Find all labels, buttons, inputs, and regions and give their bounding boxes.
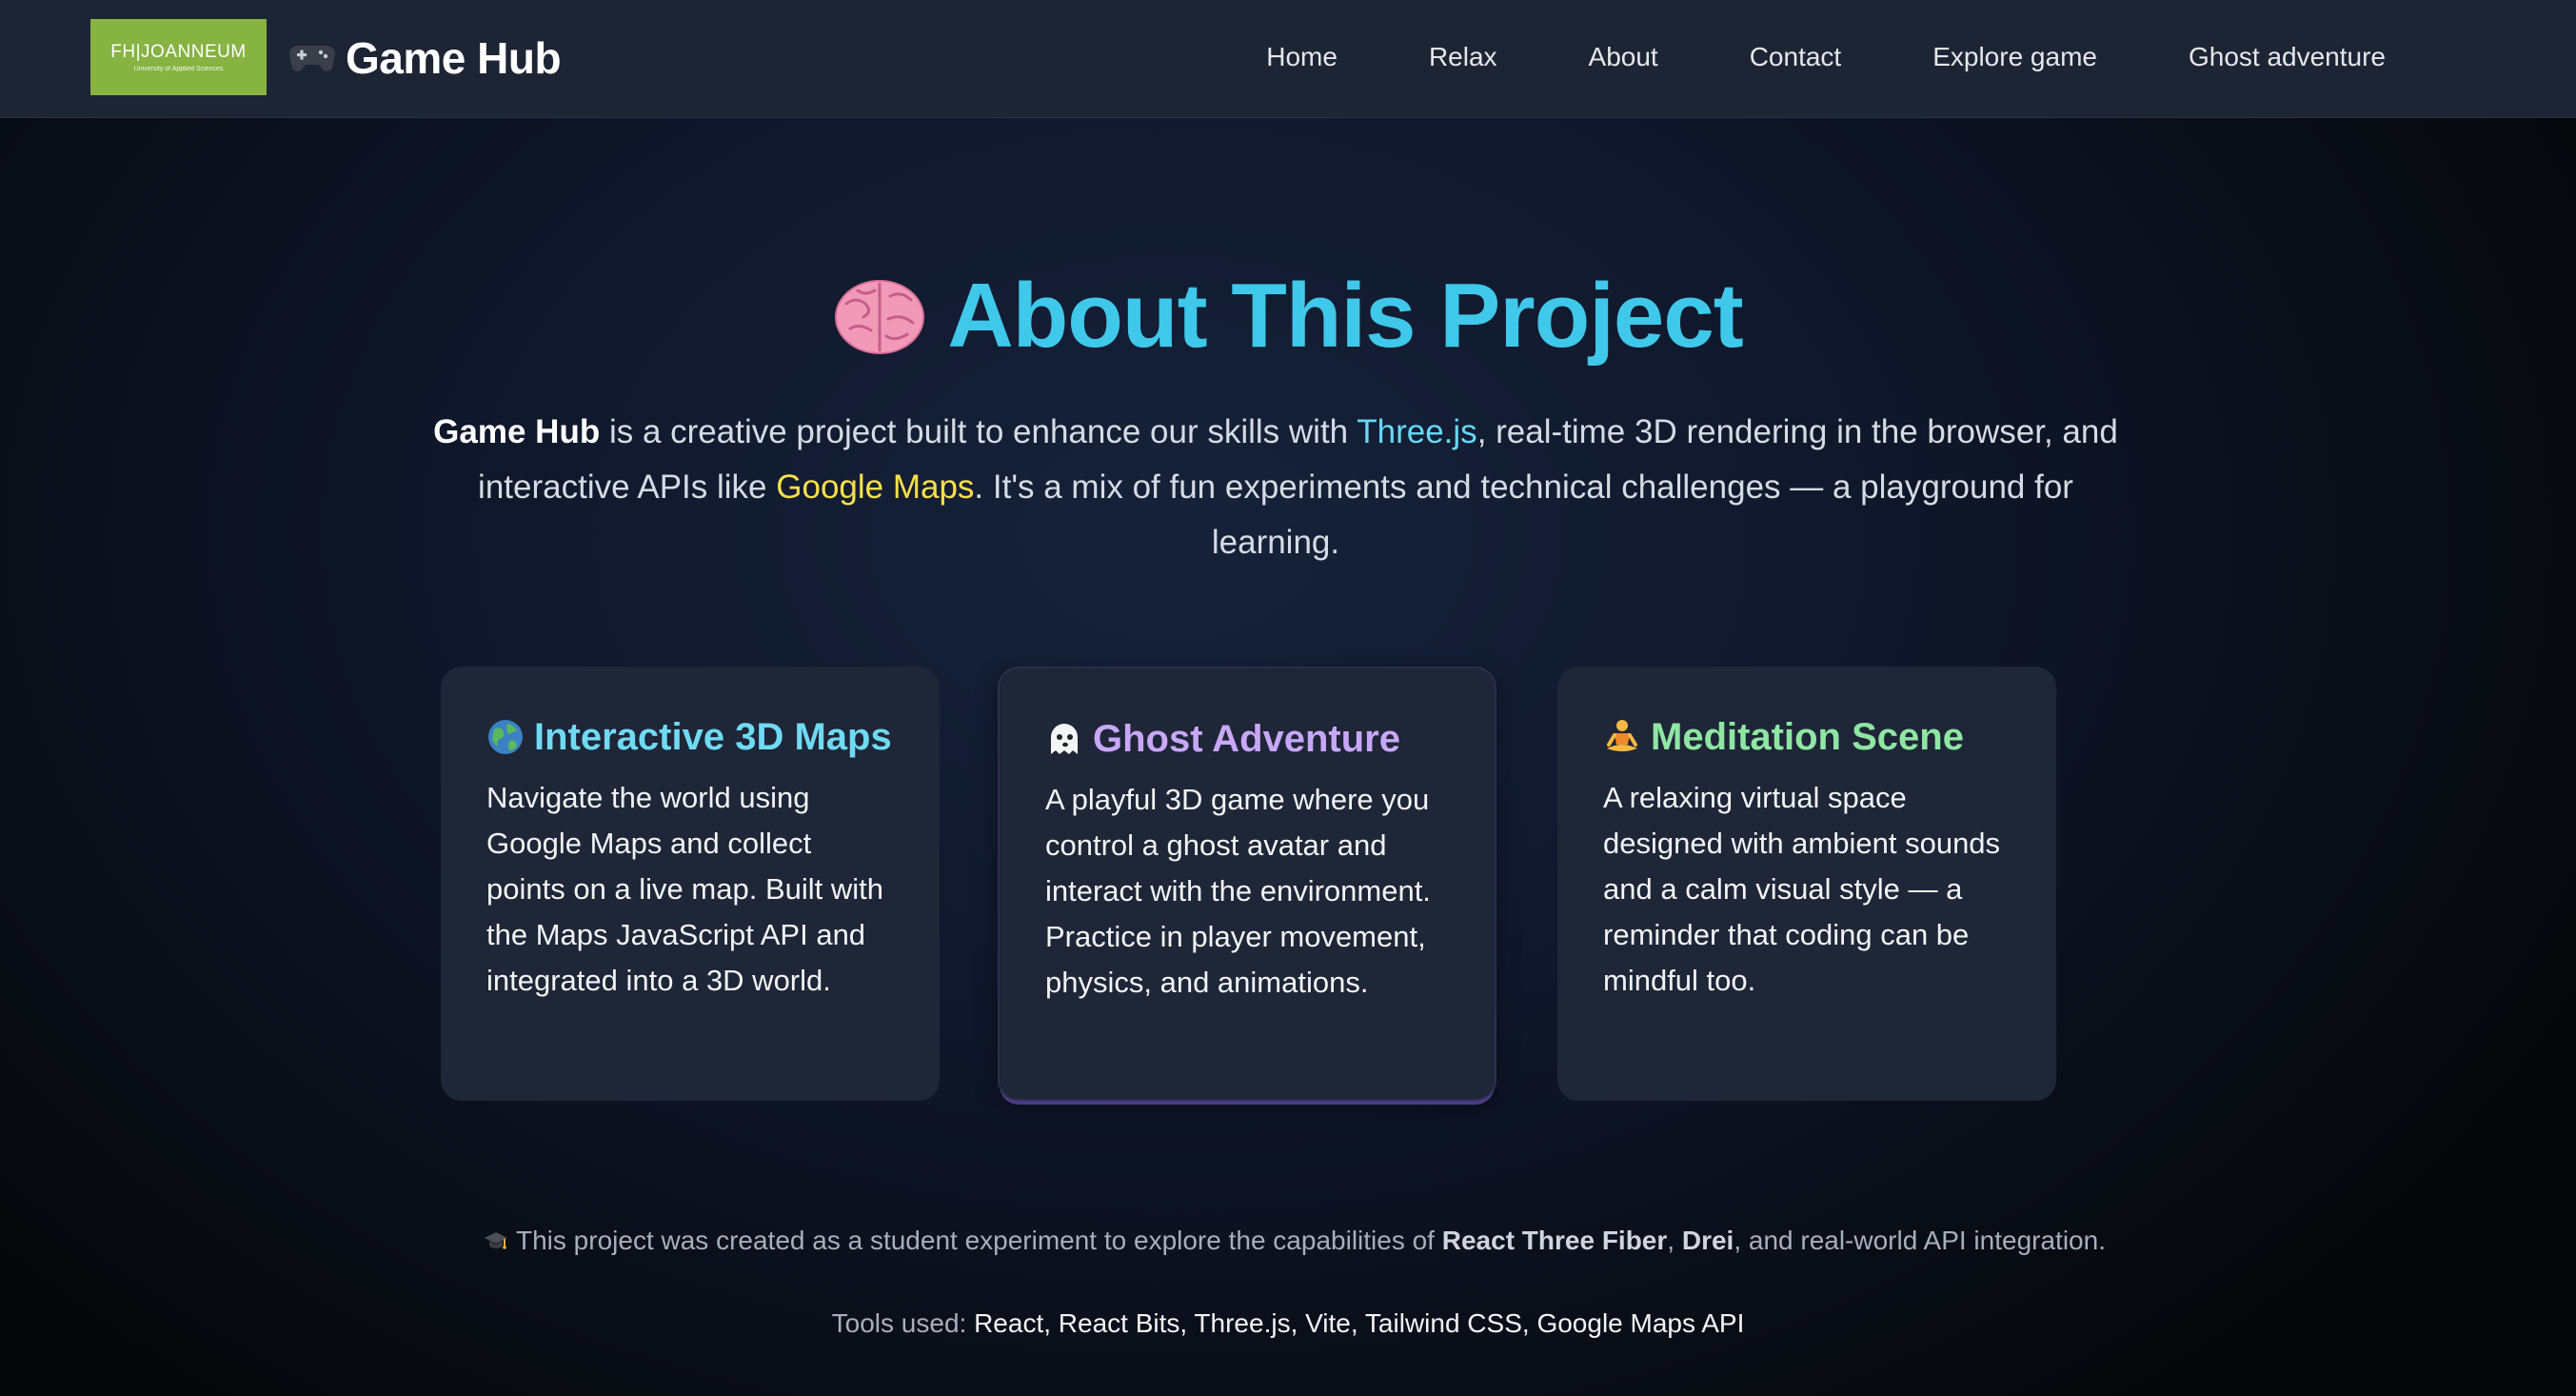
card-meditation-scene[interactable]: Meditation Scene A relaxing virtual spac… <box>1557 667 2056 1101</box>
footer-note: This project was created as a student ex… <box>466 1222 2123 1260</box>
nav-link-ghost-adventure[interactable]: Ghost adventure <box>2189 42 2386 72</box>
google-maps-link[interactable]: Google Maps <box>776 469 974 506</box>
top-navbar: FH|JOANNEUM University of Applied Scienc… <box>0 0 2576 118</box>
footer-r3f: React Three Fiber <box>1441 1226 1668 1255</box>
footer-text-2: , and real-world API integration. <box>1734 1226 2106 1255</box>
card-interactive-3d-maps[interactable]: Interactive 3D Maps Navigate the world u… <box>441 667 940 1101</box>
card-title: Meditation Scene <box>1603 712 2012 762</box>
graduation-cap-icon <box>485 1232 507 1249</box>
nav-link-about[interactable]: About <box>1589 42 1658 72</box>
card-title-text: Interactive 3D Maps <box>534 715 892 758</box>
card-ghost-adventure[interactable]: Ghost Adventure A playful 3D game where … <box>998 667 1496 1101</box>
ghost-icon <box>1051 724 1078 754</box>
globe-icon <box>488 720 523 754</box>
logo-text: FH|JOANNEUM <box>110 42 247 62</box>
nav-link-explore-game[interactable]: Explore game <box>1932 42 2097 72</box>
nav-link-relax[interactable]: Relax <box>1429 42 1497 72</box>
tools-list: React, React Bits, Three.js, Vite, Tailw… <box>974 1308 1745 1338</box>
footer-sep: , <box>1667 1226 1682 1255</box>
card-title: Interactive 3D Maps <box>486 712 896 762</box>
intro-brand: Game Hub <box>433 413 601 450</box>
card-title: Ghost Adventure <box>1045 714 1451 764</box>
footer-text-1: This project was created as a student ex… <box>516 1226 1442 1255</box>
card-description: A playful 3D game where you control a gh… <box>1045 783 1431 999</box>
main-nav: Home Relax About Contact Explore game Gh… <box>1199 0 2386 114</box>
nav-link-contact[interactable]: Contact <box>1750 42 1842 72</box>
tools-label: Tools used: <box>831 1308 975 1338</box>
brand-name: Game Hub <box>346 33 562 83</box>
logo-subtext: University of Applied Sciences <box>133 66 224 72</box>
page-heading: About This Project <box>947 265 1743 367</box>
nav-link-home[interactable]: Home <box>1266 42 1338 72</box>
brand[interactable]: Game Hub <box>288 29 562 88</box>
intro-text-1: is a creative project built to enhance o… <box>600 413 1357 450</box>
threejs-link[interactable]: Three.js <box>1357 413 1476 450</box>
card-description: A relaxing virtual space designed with a… <box>1603 781 2001 997</box>
footer-tools: Tools used: React, React Bits, Three.js,… <box>0 1305 2576 1343</box>
university-logo[interactable]: FH|JOANNEUM University of Applied Scienc… <box>90 19 267 95</box>
footer-drei: Drei <box>1681 1226 1734 1255</box>
game-controller-icon <box>289 46 335 71</box>
card-title-text: Meditation Scene <box>1651 715 1964 758</box>
intro-paragraph: Game Hub is a creative project built to … <box>419 405 2132 570</box>
intro-text-3: . It's a mix of fun experiments and tech… <box>974 469 2073 561</box>
page-title: About This Project <box>0 259 2576 373</box>
brain-icon <box>835 280 925 354</box>
card-title-text: Ghost Adventure <box>1093 717 1400 760</box>
card-description: Navigate the world using Google Maps and… <box>486 781 883 997</box>
meditation-icon <box>1607 720 1637 751</box>
